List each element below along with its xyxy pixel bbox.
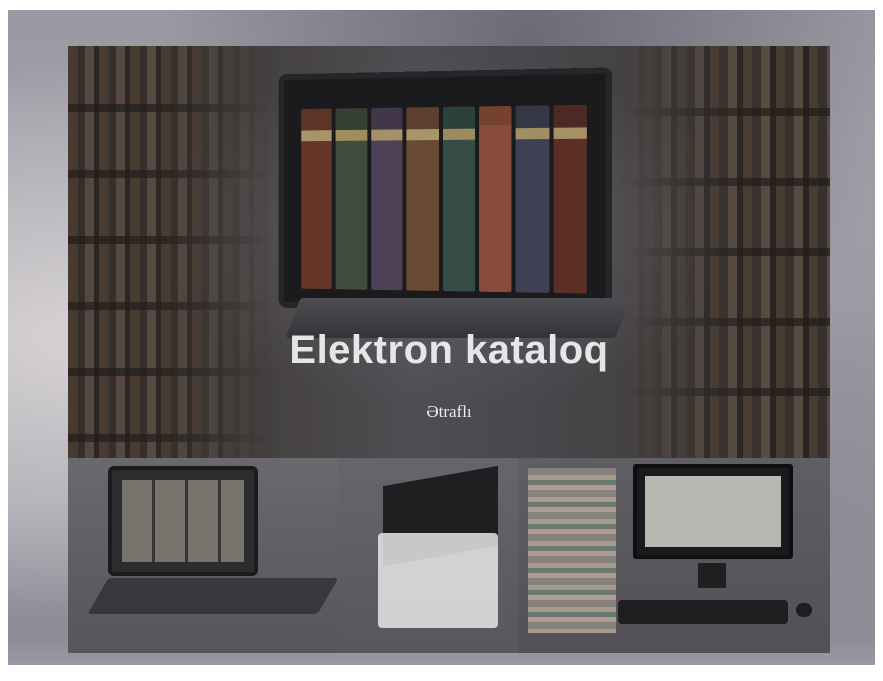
hero-title: Elektron kataloq [289,328,609,372]
page: Elektron kataloq Ətraflı [0,0,883,681]
hero-image-laptop-books: Elektron kataloq Ətraflı [68,46,830,458]
catalog-card[interactable]: Elektron kataloq Ətraflı [68,46,830,653]
more-info-link[interactable]: Ətraflı [68,402,830,422]
thumbnail-strip [68,458,830,653]
thumbnail-desktop-books [518,458,830,653]
thumbnail-book-scanner [338,458,518,653]
thumbnail-laptop-catalog [68,458,339,653]
